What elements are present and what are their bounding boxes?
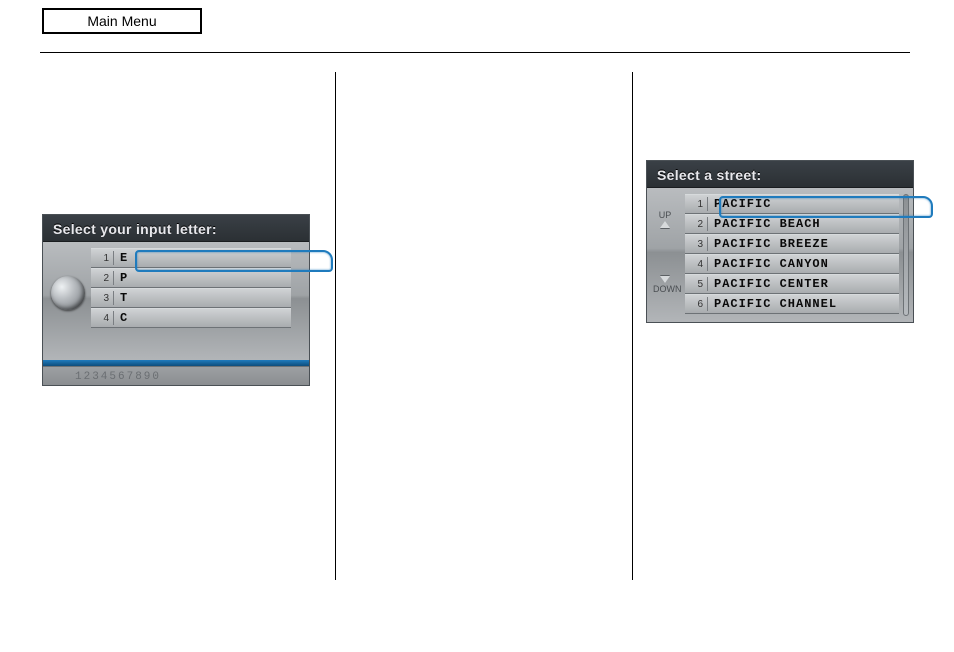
list-item[interactable]: 2 PACIFIC BEACH — [685, 214, 899, 234]
row-separator — [707, 297, 708, 311]
row-text: PACIFIC — [714, 197, 771, 211]
street-list: 1 PACIFIC 2 PACIFIC BEACH 3 PACIFIC BREE… — [685, 194, 899, 314]
list-item[interactable]: 1 E — [91, 248, 291, 268]
header-divider — [40, 52, 910, 53]
row-number: 4 — [685, 259, 707, 270]
row-number: 5 — [685, 279, 707, 290]
nav-screen-body: 1 E 2 P 3 T 4 C — [43, 242, 309, 360]
row-separator — [707, 197, 708, 211]
list-item[interactable]: 3 T — [91, 288, 291, 308]
list-item[interactable]: 1 PACIFIC — [685, 194, 899, 214]
down-label: DOWN — [653, 284, 677, 294]
row-separator — [113, 291, 114, 305]
list-item[interactable]: 4 PACIFIC CANYON — [685, 254, 899, 274]
row-text: T — [120, 291, 128, 305]
arrow-down-icon[interactable] — [660, 276, 670, 283]
row-text: PACIFIC CENTER — [714, 277, 829, 291]
list-item[interactable]: 2 P — [91, 268, 291, 288]
row-text: P — [120, 271, 128, 285]
row-separator — [113, 311, 114, 325]
row-text: PACIFIC BEACH — [714, 217, 821, 231]
nav-screen-input-letter: Select your input letter: 1 E 2 P 3 T 4 — [42, 214, 310, 386]
nav-screen-title: Select your input letter: — [43, 215, 309, 242]
arrow-up-icon[interactable] — [660, 221, 670, 228]
list-item[interactable]: 5 PACIFIC CENTER — [685, 274, 899, 294]
row-number: 2 — [685, 219, 707, 230]
row-number: 1 — [91, 253, 113, 264]
row-separator — [113, 271, 114, 285]
scroll-arrows: UP DOWN — [653, 210, 677, 294]
letter-list: 1 E 2 P 3 T 4 C — [91, 248, 291, 328]
row-separator — [707, 217, 708, 231]
keyboard-digit-row: 1234567890 — [43, 366, 309, 385]
list-item[interactable]: 4 C — [91, 308, 291, 328]
up-label: UP — [653, 210, 677, 220]
row-text: PACIFIC BREEZE — [714, 237, 829, 251]
row-text: PACIFIC CANYON — [714, 257, 829, 271]
row-number: 4 — [91, 313, 113, 324]
row-separator — [113, 251, 114, 265]
list-item[interactable]: 6 PACIFIC CHANNEL — [685, 294, 899, 314]
row-number: 2 — [91, 273, 113, 284]
nav-screen-body: UP DOWN 1 PACIFIC 2 PACIFIC BEACH 3 PACI… — [647, 188, 913, 322]
nav-screen-title: Select a street: — [647, 161, 913, 188]
list-item[interactable]: 3 PACIFIC BREEZE — [685, 234, 899, 254]
nav-screen-select-street: Select a street: UP DOWN 1 PACIFIC 2 PAC… — [646, 160, 914, 323]
dial-knob[interactable] — [51, 276, 85, 310]
row-number: 6 — [685, 299, 707, 310]
scrollbar[interactable] — [903, 194, 909, 316]
column-divider-1 — [335, 72, 336, 580]
row-number: 1 — [685, 199, 707, 210]
row-separator — [707, 257, 708, 271]
row-number: 3 — [685, 239, 707, 250]
row-text: E — [120, 251, 128, 265]
row-number: 3 — [91, 293, 113, 304]
row-separator — [707, 277, 708, 291]
row-text: C — [120, 311, 128, 325]
column-divider-2 — [632, 72, 633, 580]
row-separator — [707, 237, 708, 251]
main-menu-button[interactable]: Main Menu — [42, 8, 202, 34]
row-text: PACIFIC CHANNEL — [714, 297, 837, 311]
